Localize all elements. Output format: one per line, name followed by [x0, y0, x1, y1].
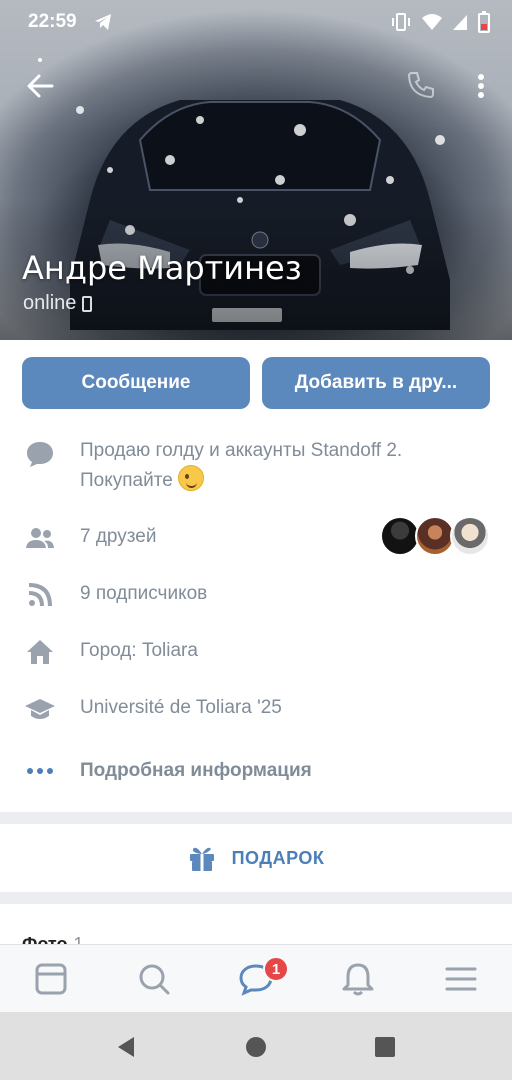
graduation-cap-icon: [25, 699, 55, 719]
followers-count: 9 подписчиков: [80, 583, 208, 604]
recents-square-icon[interactable]: [370, 1032, 400, 1062]
back-triangle-icon[interactable]: [112, 1032, 142, 1062]
avatar: [415, 516, 455, 556]
speech-bubble-icon: [27, 442, 53, 467]
search-tab-icon[interactable]: [136, 961, 172, 997]
avatar: [380, 516, 420, 556]
vibrate-icon: [392, 13, 410, 31]
profile-info-card: Сообщение Добавить в дру... Продаю голду…: [0, 340, 512, 812]
profile-top-bar: [0, 60, 512, 110]
online-status-text: online: [23, 292, 77, 314]
profile-cover: 22:59 Андре Мартинез online: [0, 0, 512, 340]
back-arrow-icon[interactable]: [22, 68, 58, 104]
android-nav-bar: [0, 1012, 512, 1080]
gift-label: ПОДАРОК: [231, 847, 325, 868]
status-text: Продаю голду и аккаунты Standoff 2. Поку…: [80, 436, 488, 495]
call-icon[interactable]: [404, 68, 438, 102]
notifications-bell-icon[interactable]: [340, 961, 376, 997]
more-vertical-icon[interactable]: [466, 68, 496, 104]
more-horizontal-icon: [27, 768, 53, 774]
menu-hamburger-icon[interactable]: [443, 961, 479, 997]
friends-avatars[interactable]: [380, 516, 490, 556]
mobile-device-icon: [82, 295, 93, 312]
winking-face-emoji-icon: [178, 465, 205, 491]
status-icons: [390, 11, 490, 33]
avatar: [450, 516, 490, 556]
profile-name: Андре Мартинез: [22, 249, 302, 287]
messages-badge: 1: [263, 956, 289, 982]
home-circle-icon[interactable]: [241, 1032, 271, 1062]
users-icon: [26, 528, 54, 548]
online-status: online: [23, 292, 93, 315]
gift-button[interactable]: ПОДАРОК: [0, 824, 512, 892]
details-link[interactable]: Подробная информация: [80, 756, 488, 785]
rss-icon: [28, 583, 52, 607]
news-tab-icon[interactable]: [33, 961, 69, 997]
status-text-line1: Продаю голду и аккаунты Standoff 2.: [80, 440, 403, 461]
add-friend-button[interactable]: Добавить в дру...: [262, 357, 490, 409]
gift-icon: [189, 847, 214, 871]
signal-icon: [453, 15, 467, 30]
bottom-tab-bar: [0, 944, 512, 1012]
status-bar: 22:59: [0, 0, 512, 44]
status-time: 22:59: [28, 11, 77, 32]
status-text-line2: Покупайте: [80, 470, 173, 491]
telegram-icon: [94, 14, 111, 30]
message-button[interactable]: Сообщение: [22, 357, 250, 409]
city-text: Город: Toliara: [80, 640, 198, 661]
home-icon: [27, 640, 53, 664]
wifi-icon: [422, 14, 442, 30]
battery-icon: [478, 11, 490, 33]
university-text: Université de Toliara '25: [80, 697, 282, 718]
